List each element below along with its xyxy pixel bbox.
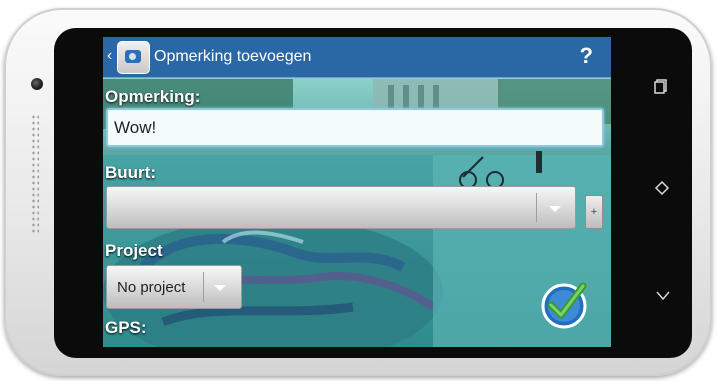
chevron-down-icon — [214, 285, 226, 291]
page-title: Opmerking toevoegen — [154, 48, 312, 65]
project-divider — [203, 272, 204, 302]
chevron-down-icon — [549, 206, 561, 212]
remark-input[interactable]: Wow! — [106, 108, 604, 147]
project-value: No project — [117, 279, 186, 296]
home-icon[interactable] — [654, 180, 670, 196]
app-screen: ‹ Opmerking toevoegen ? Opmerking: Wow! … — [103, 37, 611, 347]
front-camera — [31, 78, 43, 90]
recent-apps-icon[interactable] — [653, 78, 669, 94]
back-chevron-icon[interactable]: ‹ — [107, 47, 112, 65]
neighborhood-divider — [536, 193, 537, 222]
project-select[interactable]: No project — [106, 265, 242, 309]
add-neighborhood-button[interactable]: + — [585, 195, 603, 229]
remark-label: Opmerking: — [105, 87, 201, 106]
back-icon[interactable] — [655, 290, 671, 302]
gps-label: GPS: — [105, 318, 147, 337]
project-label: Project — [105, 241, 163, 260]
confirm-check-button[interactable] — [539, 279, 589, 329]
action-bar: ‹ Opmerking toevoegen ? — [103, 37, 611, 78]
app-logo-icon[interactable] — [117, 41, 150, 74]
neighborhood-label: Buurt: — [105, 163, 156, 182]
neighborhood-select[interactable] — [106, 186, 576, 229]
speaker-grille — [31, 114, 39, 234]
help-button[interactable]: ? — [580, 43, 593, 69]
